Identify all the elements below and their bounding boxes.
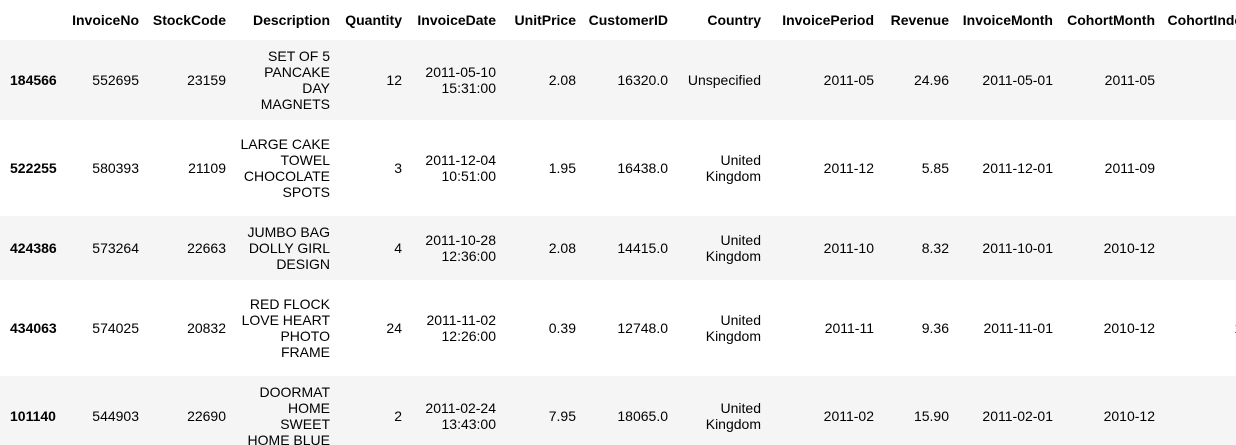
- cell-invoicemonth: 2011-11-01: [983, 320, 1053, 336]
- cell-stockcode: 22663: [187, 240, 226, 256]
- cell-customerid: 14415.0: [617, 240, 668, 256]
- cell-country: Unspecified: [687, 72, 761, 88]
- cell-quantity: 12: [386, 72, 402, 88]
- header-row: InvoiceNo StockCode Description Quantity…: [0, 0, 1236, 40]
- cell-revenue: 9.36: [921, 320, 949, 336]
- header-invoiceno: InvoiceNo: [72, 12, 139, 28]
- cell-description: RED FLOCK LOVE HEART PHOTO FRAME: [241, 296, 330, 360]
- cell-invoicemonth: 2011-12-01: [982, 160, 1053, 176]
- cell-customerid: 18065.0: [617, 408, 668, 424]
- dataframe-output: InvoiceNo StockCode Description Quantity…: [0, 0, 1236, 445]
- cell-stockcode: 21109: [188, 160, 226, 176]
- table-row: 522255 580393 21109 LARGE CAKE TOWEL CHO…: [0, 120, 1236, 216]
- cell-invoicemonth: 2011-05-01: [982, 72, 1053, 88]
- row-index: 424386: [10, 240, 57, 256]
- header-country: Country: [707, 12, 761, 28]
- cell-country: United Kingdom: [705, 400, 761, 432]
- cell-cohortmonth: 2011-09: [1104, 160, 1155, 176]
- cell-revenue: 8.32: [921, 240, 949, 256]
- row-index: 434063: [10, 320, 57, 336]
- cell-description: LARGE CAKE TOWEL CHOCOLATE SPOTS: [240, 136, 330, 200]
- cell-invoiceno: 544903: [92, 408, 139, 424]
- cell-unitprice: 1.95: [548, 160, 576, 176]
- cell-invoiceno: 580393: [92, 160, 139, 176]
- row-index: 184566: [10, 72, 57, 88]
- cell-invoicemonth: 2011-10-01: [982, 240, 1053, 256]
- cell-cohortmonth: 2010-12: [1103, 240, 1155, 256]
- cell-cohortmonth: 2010-12: [1103, 320, 1155, 336]
- header-unitprice: UnitPrice: [514, 12, 576, 28]
- header-cohortmonth: CohortMonth: [1067, 12, 1155, 28]
- cell-revenue: 5.85: [921, 160, 949, 176]
- cell-description: JUMBO BAG DOLLY GIRL DESIGN: [247, 224, 330, 272]
- cell-invoicemonth: 2011-02-01: [982, 408, 1053, 424]
- table-row: 424386 573264 22663 JUMBO BAG DOLLY GIRL…: [0, 216, 1236, 280]
- table-row: 434063 574025 20832 RED FLOCK LOVE HEART…: [0, 280, 1236, 376]
- cell-unitprice: 0.39: [548, 320, 576, 336]
- cell-invoiceperiod: 2011-12: [823, 160, 874, 176]
- cell-invoicedate: 2011-05-10 15:31:00: [425, 64, 496, 96]
- header-quantity: Quantity: [345, 12, 402, 28]
- cell-description: DOORMAT HOME SWEET HOME BLUE: [247, 384, 330, 445]
- row-index: 522255: [10, 160, 57, 176]
- cell-quantity: 24: [386, 320, 402, 336]
- cell-quantity: 3: [394, 160, 402, 176]
- header-invoiceperiod: InvoicePeriod: [782, 12, 874, 28]
- cell-invoicedate: 2011-11-02 12:26:00: [426, 312, 496, 344]
- cell-invoiceperiod: 2011-11: [824, 320, 874, 336]
- cell-cohortindex: 11: [1161, 216, 1236, 280]
- header-customerid: CustomerID: [588, 12, 668, 28]
- header-revenue: Revenue: [890, 12, 949, 28]
- cell-invoicedate: 2011-12-04 10:51:00: [425, 152, 496, 184]
- cell-unitprice: 2.08: [548, 240, 576, 256]
- cell-invoiceperiod: 2011-02: [823, 408, 874, 424]
- cell-cohortindex: 3: [1161, 376, 1236, 445]
- cell-invoiceno: 573264: [92, 240, 139, 256]
- cell-revenue: 24.96: [913, 72, 949, 88]
- cell-invoiceno: 574025: [92, 320, 139, 336]
- header-stockcode: StockCode: [152, 12, 226, 28]
- cell-cohortindex: 12: [1161, 280, 1236, 376]
- cell-stockcode: 20832: [187, 320, 226, 336]
- table-row: 184566 552695 23159 SET OF 5 PANCAKE DAY…: [0, 40, 1236, 120]
- cell-invoicedate: 2011-10-28 12:36:00: [425, 232, 496, 264]
- cell-stockcode: 22690: [187, 408, 226, 424]
- row-index: 101140: [10, 408, 56, 424]
- header-cohortindex: CohortIndex: [1167, 12, 1236, 28]
- cell-invoiceno: 552695: [92, 72, 139, 88]
- cell-customerid: 16320.0: [617, 72, 668, 88]
- header-invoicemonth: InvoiceMonth: [962, 12, 1053, 28]
- header-index: [0, 0, 64, 40]
- cell-cohortindex: 1: [1161, 40, 1236, 120]
- dataframe-table: InvoiceNo StockCode Description Quantity…: [0, 0, 1236, 445]
- cell-cohortmonth: 2011-05: [1104, 72, 1155, 88]
- cell-country: United Kingdom: [705, 232, 761, 264]
- cell-description: SET OF 5 PANCAKE DAY MAGNETS: [260, 48, 330, 112]
- cell-invoicedate: 2011-02-24 13:43:00: [425, 400, 496, 432]
- cell-unitprice: 2.08: [548, 72, 576, 88]
- cell-customerid: 12748.0: [617, 320, 668, 336]
- cell-country: United Kingdom: [705, 312, 761, 344]
- header-invoicedate: InvoiceDate: [417, 12, 496, 28]
- cell-country: United Kingdom: [705, 152, 761, 184]
- cell-customerid: 16438.0: [617, 160, 668, 176]
- cell-unitprice: 7.95: [548, 408, 576, 424]
- cell-stockcode: 23159: [187, 72, 226, 88]
- cell-cohortmonth: 2010-12: [1103, 408, 1155, 424]
- cell-quantity: 2: [394, 408, 402, 424]
- cell-invoiceperiod: 2011-05: [823, 72, 874, 88]
- cell-quantity: 4: [394, 240, 402, 256]
- cell-cohortindex: 4: [1161, 120, 1236, 216]
- cell-invoiceperiod: 2011-10: [823, 240, 874, 256]
- cell-revenue: 15.90: [913, 408, 949, 424]
- table-row: 101140 544903 22690 DOORMAT HOME SWEET H…: [0, 376, 1236, 445]
- header-description: Description: [252, 12, 330, 28]
